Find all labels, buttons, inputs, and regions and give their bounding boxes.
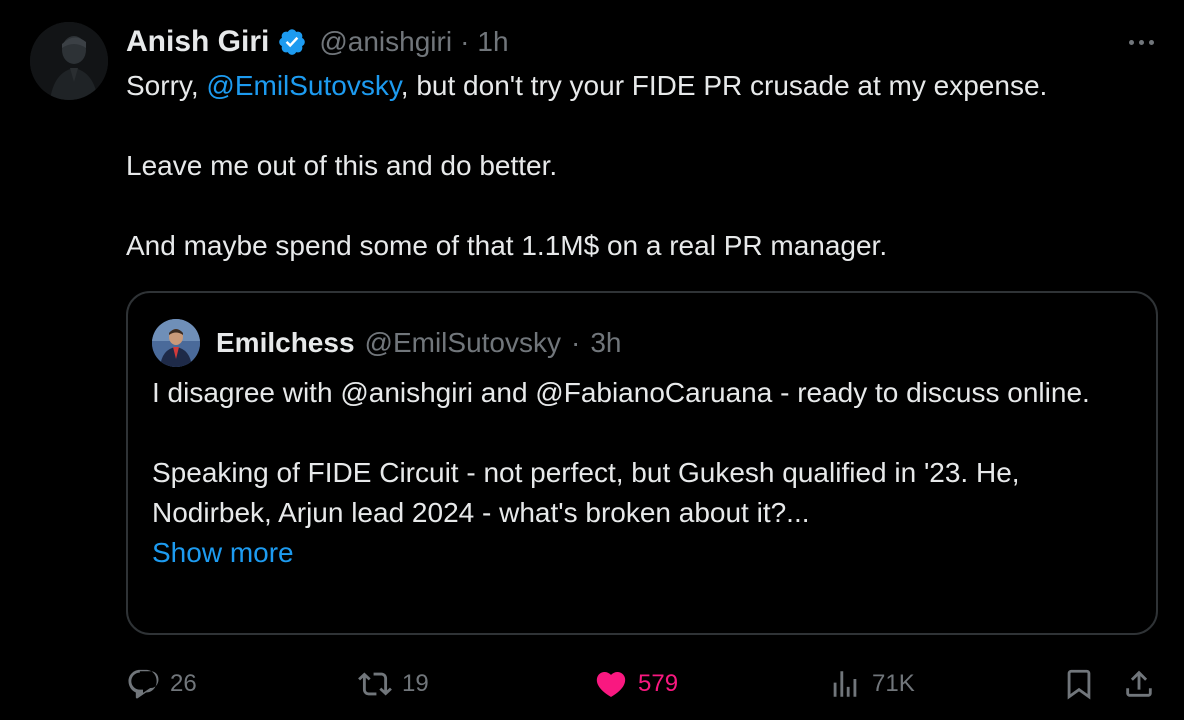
tweet-text-line3: And maybe spend some of that 1.1M$ on a … xyxy=(126,230,888,261)
repost-button[interactable]: 19 xyxy=(358,660,429,708)
quoted-avatar-portrait xyxy=(152,319,200,367)
more-dot xyxy=(1128,39,1134,45)
tweet-timestamp[interactable]: 1h xyxy=(477,26,508,58)
views-icon xyxy=(833,671,857,697)
quoted-author-avatar[interactable] xyxy=(152,319,200,367)
text-suffix: , but don't try your FIDE PR crusade at … xyxy=(400,70,1048,101)
quoted-text-para1: I disagree with @anishgiri and @FabianoC… xyxy=(152,377,1090,408)
tweet-header: Anish Giri @anishgiri · 1h xyxy=(126,22,509,62)
quoted-tweet-timestamp[interactable]: 3h xyxy=(590,327,621,359)
bookmark-icon xyxy=(1067,669,1091,700)
header-separator: · xyxy=(460,26,470,57)
text-prefix: Sorry, xyxy=(126,70,207,101)
author-avatar[interactable] xyxy=(30,22,108,100)
share-button[interactable] xyxy=(1122,660,1156,708)
avatar-portrait xyxy=(30,22,108,100)
views-button[interactable]: 71K xyxy=(828,660,915,708)
author-display-name[interactable]: Anish Giri xyxy=(126,25,269,59)
like-button[interactable]: 579 xyxy=(594,660,678,708)
quoted-text-para2: Speaking of FIDE Circuit - not perfect, … xyxy=(152,457,1020,528)
author-handle[interactable]: @anishgiri xyxy=(319,26,452,58)
more-dot xyxy=(1148,39,1154,45)
reply-count: 26 xyxy=(170,670,197,697)
tweet-action-bar: 26 19 579 71K xyxy=(126,660,1160,708)
verified-badge-icon[interactable] xyxy=(277,27,307,57)
more-options-icon[interactable] xyxy=(1124,30,1158,54)
quoted-author-display-name[interactable]: Emilchess xyxy=(216,327,355,359)
show-more-link[interactable]: Show more xyxy=(152,537,294,568)
quoted-header-separator: · xyxy=(571,327,581,358)
mention-link[interactable]: @EmilSutovsky xyxy=(206,70,400,101)
tweet-text: Sorry, @EmilSutovsky, but don't try your… xyxy=(126,66,1146,266)
quoted-tweet-header: Emilchess @EmilSutovsky · 3h xyxy=(152,319,621,367)
tweet-text-line2: Leave me out of this and do better. xyxy=(126,150,558,181)
reply-button[interactable]: 26 xyxy=(126,660,197,708)
views-count: 71K xyxy=(872,670,915,697)
repost-count: 19 xyxy=(402,670,429,697)
repost-icon xyxy=(358,672,392,696)
quoted-author-handle[interactable]: @EmilSutovsky xyxy=(365,327,561,359)
more-dot xyxy=(1138,39,1144,45)
bookmark-button[interactable] xyxy=(1062,660,1096,708)
share-icon xyxy=(1126,670,1152,697)
tweet-text-line1: Sorry, @EmilSutovsky, but don't try your… xyxy=(126,66,1146,106)
quoted-tweet-text: I disagree with @anishgiri and @FabianoC… xyxy=(152,373,1132,573)
quoted-tweet-card[interactable]: Emilchess @EmilSutovsky · 3h I disagree … xyxy=(126,291,1158,635)
reply-icon xyxy=(128,669,159,699)
heart-icon xyxy=(596,671,626,697)
like-count: 579 xyxy=(638,670,679,697)
